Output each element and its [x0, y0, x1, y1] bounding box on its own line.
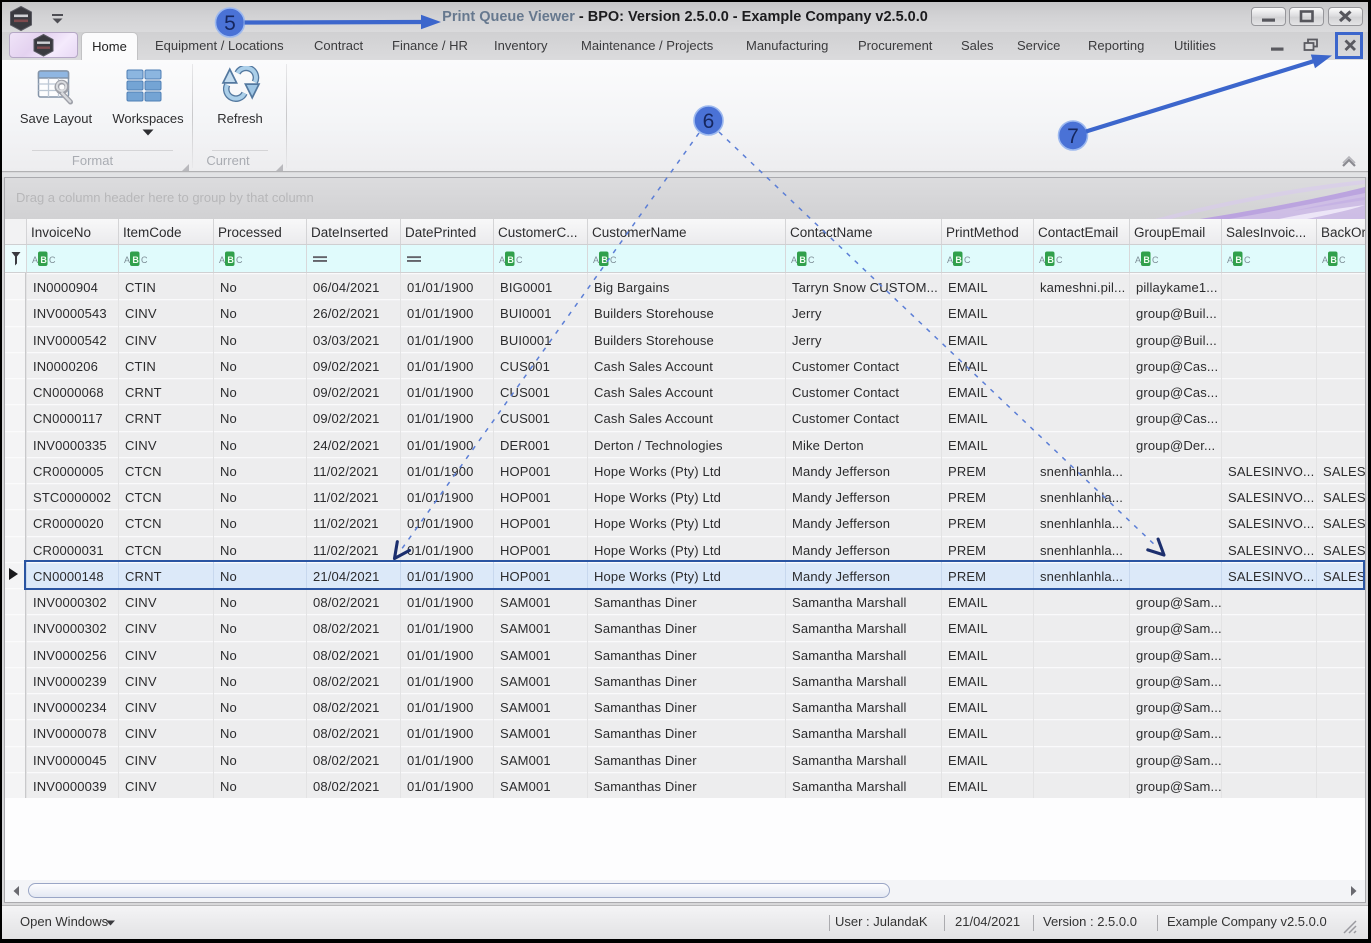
svg-text:B: B	[955, 255, 962, 265]
svg-text:B: B	[507, 255, 514, 265]
svg-text:B: B	[601, 255, 608, 265]
svg-text:C: C	[808, 255, 815, 265]
svg-text:B: B	[227, 255, 234, 265]
svg-text:B: B	[799, 255, 806, 265]
svg-text:A: A	[1227, 255, 1233, 265]
svg-text:A: A	[791, 255, 797, 265]
svg-text:C: C	[1056, 255, 1063, 265]
svg-text:C: C	[141, 255, 148, 265]
svg-text:B: B	[1143, 255, 1150, 265]
svg-text:C: C	[49, 255, 56, 265]
svg-text:B: B	[1235, 255, 1242, 265]
svg-text:C: C	[610, 255, 617, 265]
svg-text:C: C	[1244, 255, 1251, 265]
svg-text:A: A	[32, 255, 38, 265]
svg-text:C: C	[236, 255, 243, 265]
svg-text:B: B	[40, 255, 47, 265]
svg-text:A: A	[219, 255, 225, 265]
svg-text:A: A	[499, 255, 505, 265]
svg-text:B: B	[1047, 255, 1054, 265]
svg-text:B: B	[132, 255, 139, 265]
svg-text:A: A	[947, 255, 953, 265]
svg-text:A: A	[1135, 255, 1141, 265]
svg-text:A: A	[1322, 255, 1328, 265]
svg-text:C: C	[1339, 255, 1346, 265]
svg-text:C: C	[1152, 255, 1159, 265]
svg-text:A: A	[593, 255, 599, 265]
svg-text:A: A	[1039, 255, 1045, 265]
svg-text:C: C	[964, 255, 971, 265]
svg-text:B: B	[1330, 255, 1337, 265]
svg-text:A: A	[124, 255, 130, 265]
svg-text:C: C	[516, 255, 523, 265]
